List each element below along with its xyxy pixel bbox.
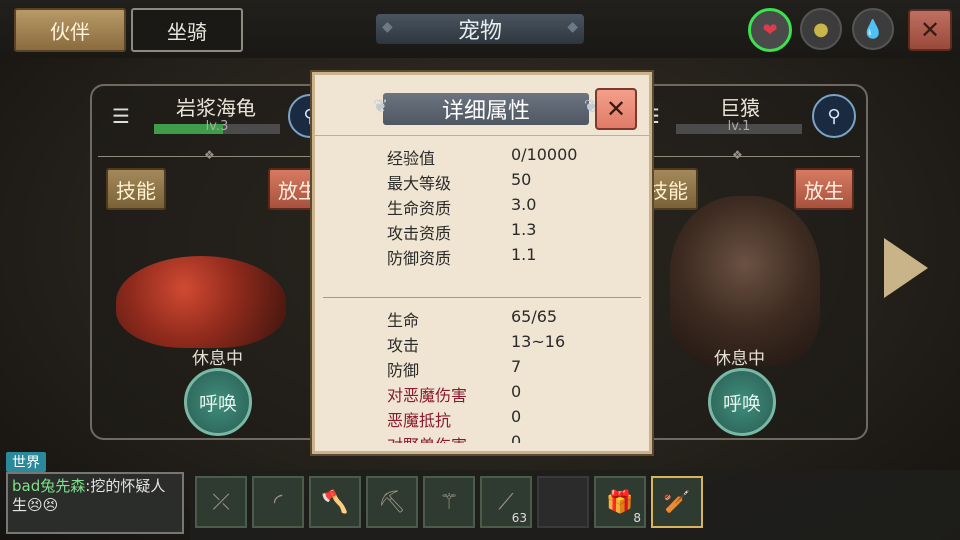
list-item: 生命 65/65 [315,305,649,330]
tab-partner[interactable]: 伙伴 [14,8,126,52]
inventory-slot[interactable]: ◜ [252,476,304,528]
list-item: 恶魔抵抗 0 [315,405,649,430]
attr-value: 1.3 [511,220,537,239]
right-pet-name: 巨猿 [720,96,760,120]
attr-value: 0 [511,382,522,401]
left-pet-panel: ☰ 岩浆海龟 lv.3 ⚲ ❖ 技能 放生 休息中 呼唤 [90,84,340,440]
attr-label: 攻击 [387,336,420,355]
chat-user[interactable]: bad兔先森 [12,477,85,495]
ornament-icon: ❖ [732,148,743,162]
attr-label: 恶魔抵抗 [387,411,452,430]
water-drop-icon[interactable]: 💧 [852,8,894,50]
attr-label: 最大等级 [387,174,452,193]
axe-icon: 🪓 [321,489,349,515]
feed-icon[interactable]: ● [800,8,842,50]
attr-label: 对恶魔伤害 [387,386,468,405]
top-bar: 伙伴 坐骑 宠物 ❤ ● 💧 ✕ [0,0,960,58]
close-screen-button[interactable]: ✕ [908,9,952,51]
attr-label: 防御资质 [387,249,452,268]
crossbow-icon: ⤫ [212,489,230,515]
menu-icon[interactable]: ☰ [112,104,130,128]
divider [323,297,641,298]
right-pet-level: lv.1 [727,119,751,134]
slot-count: 63 [511,511,527,525]
giant-ape-image [670,196,820,366]
combat-attributes-scroll[interactable]: 生命 65/65 攻击 13~16 防御 7 对恶魔伤害 0 恶魔抵抗 0 对野… [315,301,649,443]
left-pet-level: lv.3 [205,119,229,134]
inventory-slot[interactable]: ⚚ [423,476,475,528]
modal-close-button[interactable]: ✕ [595,88,637,130]
list-item: 攻击 13~16 [315,330,649,355]
attr-label: 生命 [387,311,420,330]
attr-value: 0/10000 [511,145,578,164]
list-item: 防御资质 1.1 [315,243,649,268]
inventory-slot[interactable]: 🏏 [651,476,703,528]
right-pet-status: 休息中 [714,349,765,369]
right-release-button[interactable]: 放生 [794,168,854,210]
attr-value: 1.1 [511,245,537,264]
left-summon-button[interactable]: 呼唤 [184,368,252,436]
attr-value: 50 [511,170,532,189]
chat-channel-tag[interactable]: 世界 [6,452,46,472]
inventory-slot[interactable] [537,476,589,528]
right-pet-panel: ☰ 巨猿 lv.1 ⚲ ❖ 技能 放生 休息中 呼唤 [624,84,868,440]
magma-turtle-image [116,256,286,348]
list-item: 攻击资质 1.3 [315,218,649,243]
magnify-icon[interactable]: ⚲ [812,94,856,138]
base-attributes-list: 经验值 0/10000 最大等级 50 生命资质 3.0 攻击资质 1.3 防御… [315,143,649,268]
ornament-icon: ❖ [204,148,215,162]
attr-label: 防御 [387,361,420,380]
left-pet-status: 休息中 [192,349,243,369]
list-item: 最大等级 50 [315,168,649,193]
pickaxe-icon: ⛏ [378,489,406,515]
next-arrow-icon[interactable] [884,238,928,298]
attr-value: 65/65 [511,307,558,326]
tab-mount[interactable]: 坐骑 [131,8,243,52]
list-item: 对野兽伤害 0 [315,430,649,443]
attr-value: 0 [511,432,522,443]
treasure-box-icon: 🎁 [606,489,634,515]
list-item: 生命资质 3.0 [315,193,649,218]
bow-icon: ◜ [273,489,283,515]
divider [632,156,860,157]
slot-count: 8 [633,511,641,525]
inventory-slot[interactable]: ⛏ [366,476,418,528]
chat-box[interactable]: bad兔先森:挖的怀疑人生😣😣 [6,472,184,534]
modal-header: 详细属性 ✕ [315,75,649,136]
staff-icon: ⚚ [439,489,459,515]
attr-value: 0 [511,407,522,426]
attr-label: 生命资质 [387,199,452,218]
right-summon-button[interactable]: 呼唤 [708,368,776,436]
inventory-slot[interactable]: 🎁 8 [594,476,646,528]
attr-label: 对野兽伤害 [387,432,467,443]
inventory-slot[interactable]: 🪓 [309,476,361,528]
left-skill-button[interactable]: 技能 [106,168,166,210]
left-pet-name: 岩浆海龟 [176,96,256,120]
inventory-slot[interactable]: ⤫ [195,476,247,528]
list-item: 防御 7 [315,355,649,380]
combat-attributes-list: 生命 65/65 攻击 13~16 防御 7 对恶魔伤害 0 恶魔抵抗 0 对野… [315,305,649,443]
modal-title: 详细属性 [373,93,599,125]
attr-value: 7 [511,357,522,376]
club-icon: 🏏 [663,489,691,515]
list-item: 经验值 0/10000 [315,143,649,168]
heart-icon[interactable]: ❤ [748,8,792,52]
screen-title: 宠物 [376,14,584,44]
attr-value: 13~16 [511,332,566,351]
detail-attributes-modal: 详细属性 ✕ 经验值 0/10000 最大等级 50 生命资质 3.0 攻击资质… [312,72,652,454]
attr-label: 攻击资质 [387,224,452,243]
attr-value: 3.0 [511,195,537,214]
inventory-slot[interactable]: ⟋ 63 [480,476,532,528]
list-item: 对恶魔伤害 0 [315,380,649,405]
attr-label: 经验值 [387,149,436,168]
